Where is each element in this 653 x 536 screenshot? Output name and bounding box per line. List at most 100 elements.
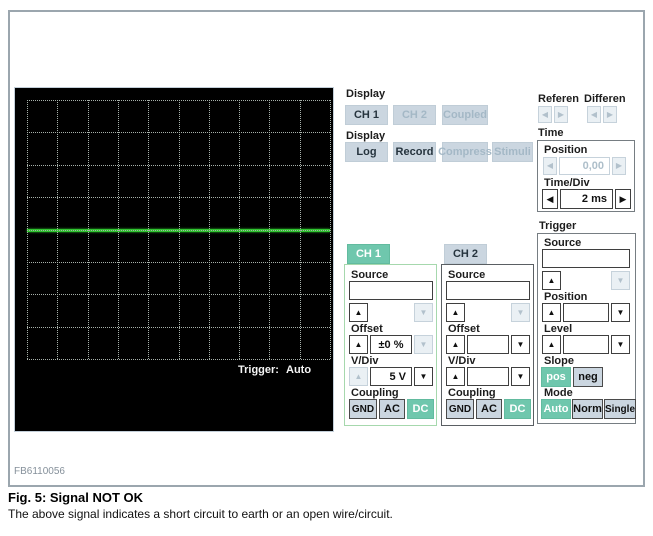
ch2-vdiv-up-button[interactable]: ▲ bbox=[446, 367, 465, 386]
ch2-vdiv-value[interactable] bbox=[467, 367, 509, 386]
left-arrow-icon: ◀ bbox=[590, 109, 598, 119]
down-arrow-icon: ▼ bbox=[516, 307, 525, 317]
down-arrow-icon: ▼ bbox=[616, 339, 625, 349]
ch1-offset-down-button[interactable]: ▼ bbox=[414, 335, 433, 354]
ch1-offset-up-button[interactable]: ▲ bbox=[349, 335, 368, 354]
time-position-decrement-button[interactable]: ◀ bbox=[543, 157, 557, 175]
ch2-coupling-gnd-button[interactable]: GND bbox=[446, 399, 474, 419]
trigger-label: Trigger bbox=[539, 220, 577, 232]
down-arrow-icon: ▼ bbox=[419, 307, 428, 317]
time-div-decrement-button[interactable]: ◀ bbox=[542, 189, 558, 209]
left-arrow-icon: ◀ bbox=[541, 109, 549, 119]
caption-body: The above signal indicates a short circu… bbox=[8, 507, 393, 521]
scope-display: Trigger: Auto bbox=[14, 87, 334, 432]
slope-pos-button[interactable]: pos bbox=[541, 367, 571, 387]
up-arrow-icon: ▲ bbox=[354, 339, 363, 349]
tab-ch1[interactable]: CH 1 bbox=[347, 244, 390, 264]
slope-neg-button[interactable]: neg bbox=[573, 367, 603, 387]
ch2-offset-value[interactable] bbox=[467, 335, 509, 354]
ch2-offset-label: Offset bbox=[448, 323, 480, 335]
down-arrow-icon: ▼ bbox=[516, 371, 525, 381]
time-div-value[interactable]: 2 ms bbox=[560, 189, 613, 209]
ch1-offset-value[interactable]: ±0 % bbox=[370, 335, 412, 354]
trigger-level-down-button[interactable]: ▼ bbox=[611, 335, 630, 354]
down-arrow-icon: ▼ bbox=[419, 371, 428, 381]
ch2-coupling-dc-button[interactable]: DC bbox=[504, 399, 531, 419]
ch2-offset-up-button[interactable]: ▲ bbox=[446, 335, 465, 354]
left-arrow-icon: ◀ bbox=[546, 161, 554, 170]
up-arrow-icon: ▲ bbox=[354, 371, 363, 381]
up-arrow-icon: ▲ bbox=[451, 371, 460, 381]
ch2-coupling-ac-button[interactable]: AC bbox=[476, 399, 502, 419]
right-arrow-icon: ▶ bbox=[615, 161, 623, 170]
up-arrow-icon: ▲ bbox=[547, 275, 556, 285]
trigger-slope-label: Slope bbox=[544, 355, 574, 367]
trigger-source-input[interactable] bbox=[542, 249, 630, 268]
time-div-label: Time/Div bbox=[544, 177, 590, 189]
trigger-position-value[interactable] bbox=[563, 303, 609, 322]
display-ch2-button[interactable]: CH 2 bbox=[393, 105, 436, 125]
down-arrow-icon: ▼ bbox=[616, 307, 625, 317]
time-position-value[interactable]: 0,00 bbox=[559, 157, 610, 175]
ch2-source-input[interactable] bbox=[446, 281, 530, 300]
time-label: Time bbox=[538, 127, 564, 139]
ch2-offset-down-button[interactable]: ▼ bbox=[511, 335, 530, 354]
up-arrow-icon: ▲ bbox=[451, 307, 460, 317]
right-arrow-icon: ▶ bbox=[557, 109, 565, 119]
trigger-level-value[interactable] bbox=[563, 335, 609, 354]
left-arrow-icon: ◀ bbox=[546, 194, 554, 204]
mode-single-button[interactable]: Single bbox=[604, 399, 636, 419]
ch1-offset-label: Offset bbox=[351, 323, 383, 335]
tab-ch2[interactable]: CH 2 bbox=[444, 244, 487, 264]
up-arrow-icon: ▲ bbox=[547, 307, 556, 317]
ch2-source-down-button[interactable]: ▼ bbox=[511, 303, 530, 322]
ch2-source-up-button[interactable]: ▲ bbox=[446, 303, 465, 322]
down-arrow-icon: ▼ bbox=[516, 339, 525, 349]
reference-prev-button[interactable]: ◀ bbox=[538, 106, 552, 123]
trigger-source-down-button[interactable]: ▼ bbox=[611, 271, 630, 290]
ch1-coupling-gnd-button[interactable]: GND bbox=[349, 399, 377, 419]
trigger-position-down-button[interactable]: ▼ bbox=[611, 303, 630, 322]
ch1-coupling-dc-button[interactable]: DC bbox=[407, 399, 434, 419]
ch2-vdiv-down-button[interactable]: ▼ bbox=[511, 367, 530, 386]
figure-code: FB6110056 bbox=[14, 466, 65, 477]
time-div-increment-button[interactable]: ▶ bbox=[615, 189, 631, 209]
display-stimuli-button[interactable]: Stimuli bbox=[492, 142, 533, 162]
ch1-vdiv-value[interactable]: 5 V bbox=[370, 367, 412, 386]
caption-title: Fig. 5: Signal NOT OK bbox=[8, 490, 144, 505]
trigger-position-label: Position bbox=[544, 291, 588, 303]
difference-label: Differen bbox=[584, 93, 626, 105]
difference-prev-button[interactable]: ◀ bbox=[587, 106, 601, 123]
trigger-level-up-button[interactable]: ▲ bbox=[542, 335, 561, 354]
time-position-label: Position bbox=[544, 144, 588, 156]
time-position-increment-button[interactable]: ▶ bbox=[612, 157, 626, 175]
display-channels-label: Display bbox=[346, 88, 386, 100]
trigger-level-label: Level bbox=[544, 323, 573, 335]
reference-next-button[interactable]: ▶ bbox=[554, 106, 568, 123]
ch1-vdiv-down-button[interactable]: ▼ bbox=[414, 367, 433, 386]
scope-trigger-label: Trigger: bbox=[238, 364, 279, 376]
trigger-mode-label: Mode bbox=[544, 387, 573, 399]
display-compress-button[interactable]: Compress bbox=[438, 142, 492, 162]
ch1-coupling-ac-button[interactable]: AC bbox=[379, 399, 405, 419]
trigger-source-up-button[interactable]: ▲ bbox=[542, 271, 561, 290]
ch2-coupling-label: Coupling bbox=[448, 387, 496, 399]
ch1-source-down-button[interactable]: ▼ bbox=[414, 303, 433, 322]
ch1-source-label: Source bbox=[351, 269, 389, 281]
display-coupled-button[interactable]: Coupled bbox=[442, 105, 488, 125]
reference-label: Referen bbox=[538, 93, 579, 105]
ch1-vdiv-label: V/Div bbox=[351, 355, 379, 367]
display-log-button[interactable]: Log bbox=[345, 142, 388, 162]
down-arrow-icon: ▼ bbox=[419, 339, 428, 349]
ch1-source-up-button[interactable]: ▲ bbox=[349, 303, 368, 322]
trigger-source-label: Source bbox=[544, 237, 582, 249]
ch1-vdiv-up-button[interactable]: ▲ bbox=[349, 367, 368, 386]
display-ch1-button[interactable]: CH 1 bbox=[345, 105, 388, 125]
ch1-source-input[interactable] bbox=[349, 281, 433, 300]
ch2-source-label: Source bbox=[448, 269, 486, 281]
mode-norm-button[interactable]: Norm bbox=[572, 399, 603, 419]
trigger-position-up-button[interactable]: ▲ bbox=[542, 303, 561, 322]
display-record-button[interactable]: Record bbox=[393, 142, 436, 162]
mode-auto-button[interactable]: Auto bbox=[541, 399, 571, 419]
difference-next-button[interactable]: ▶ bbox=[603, 106, 617, 123]
